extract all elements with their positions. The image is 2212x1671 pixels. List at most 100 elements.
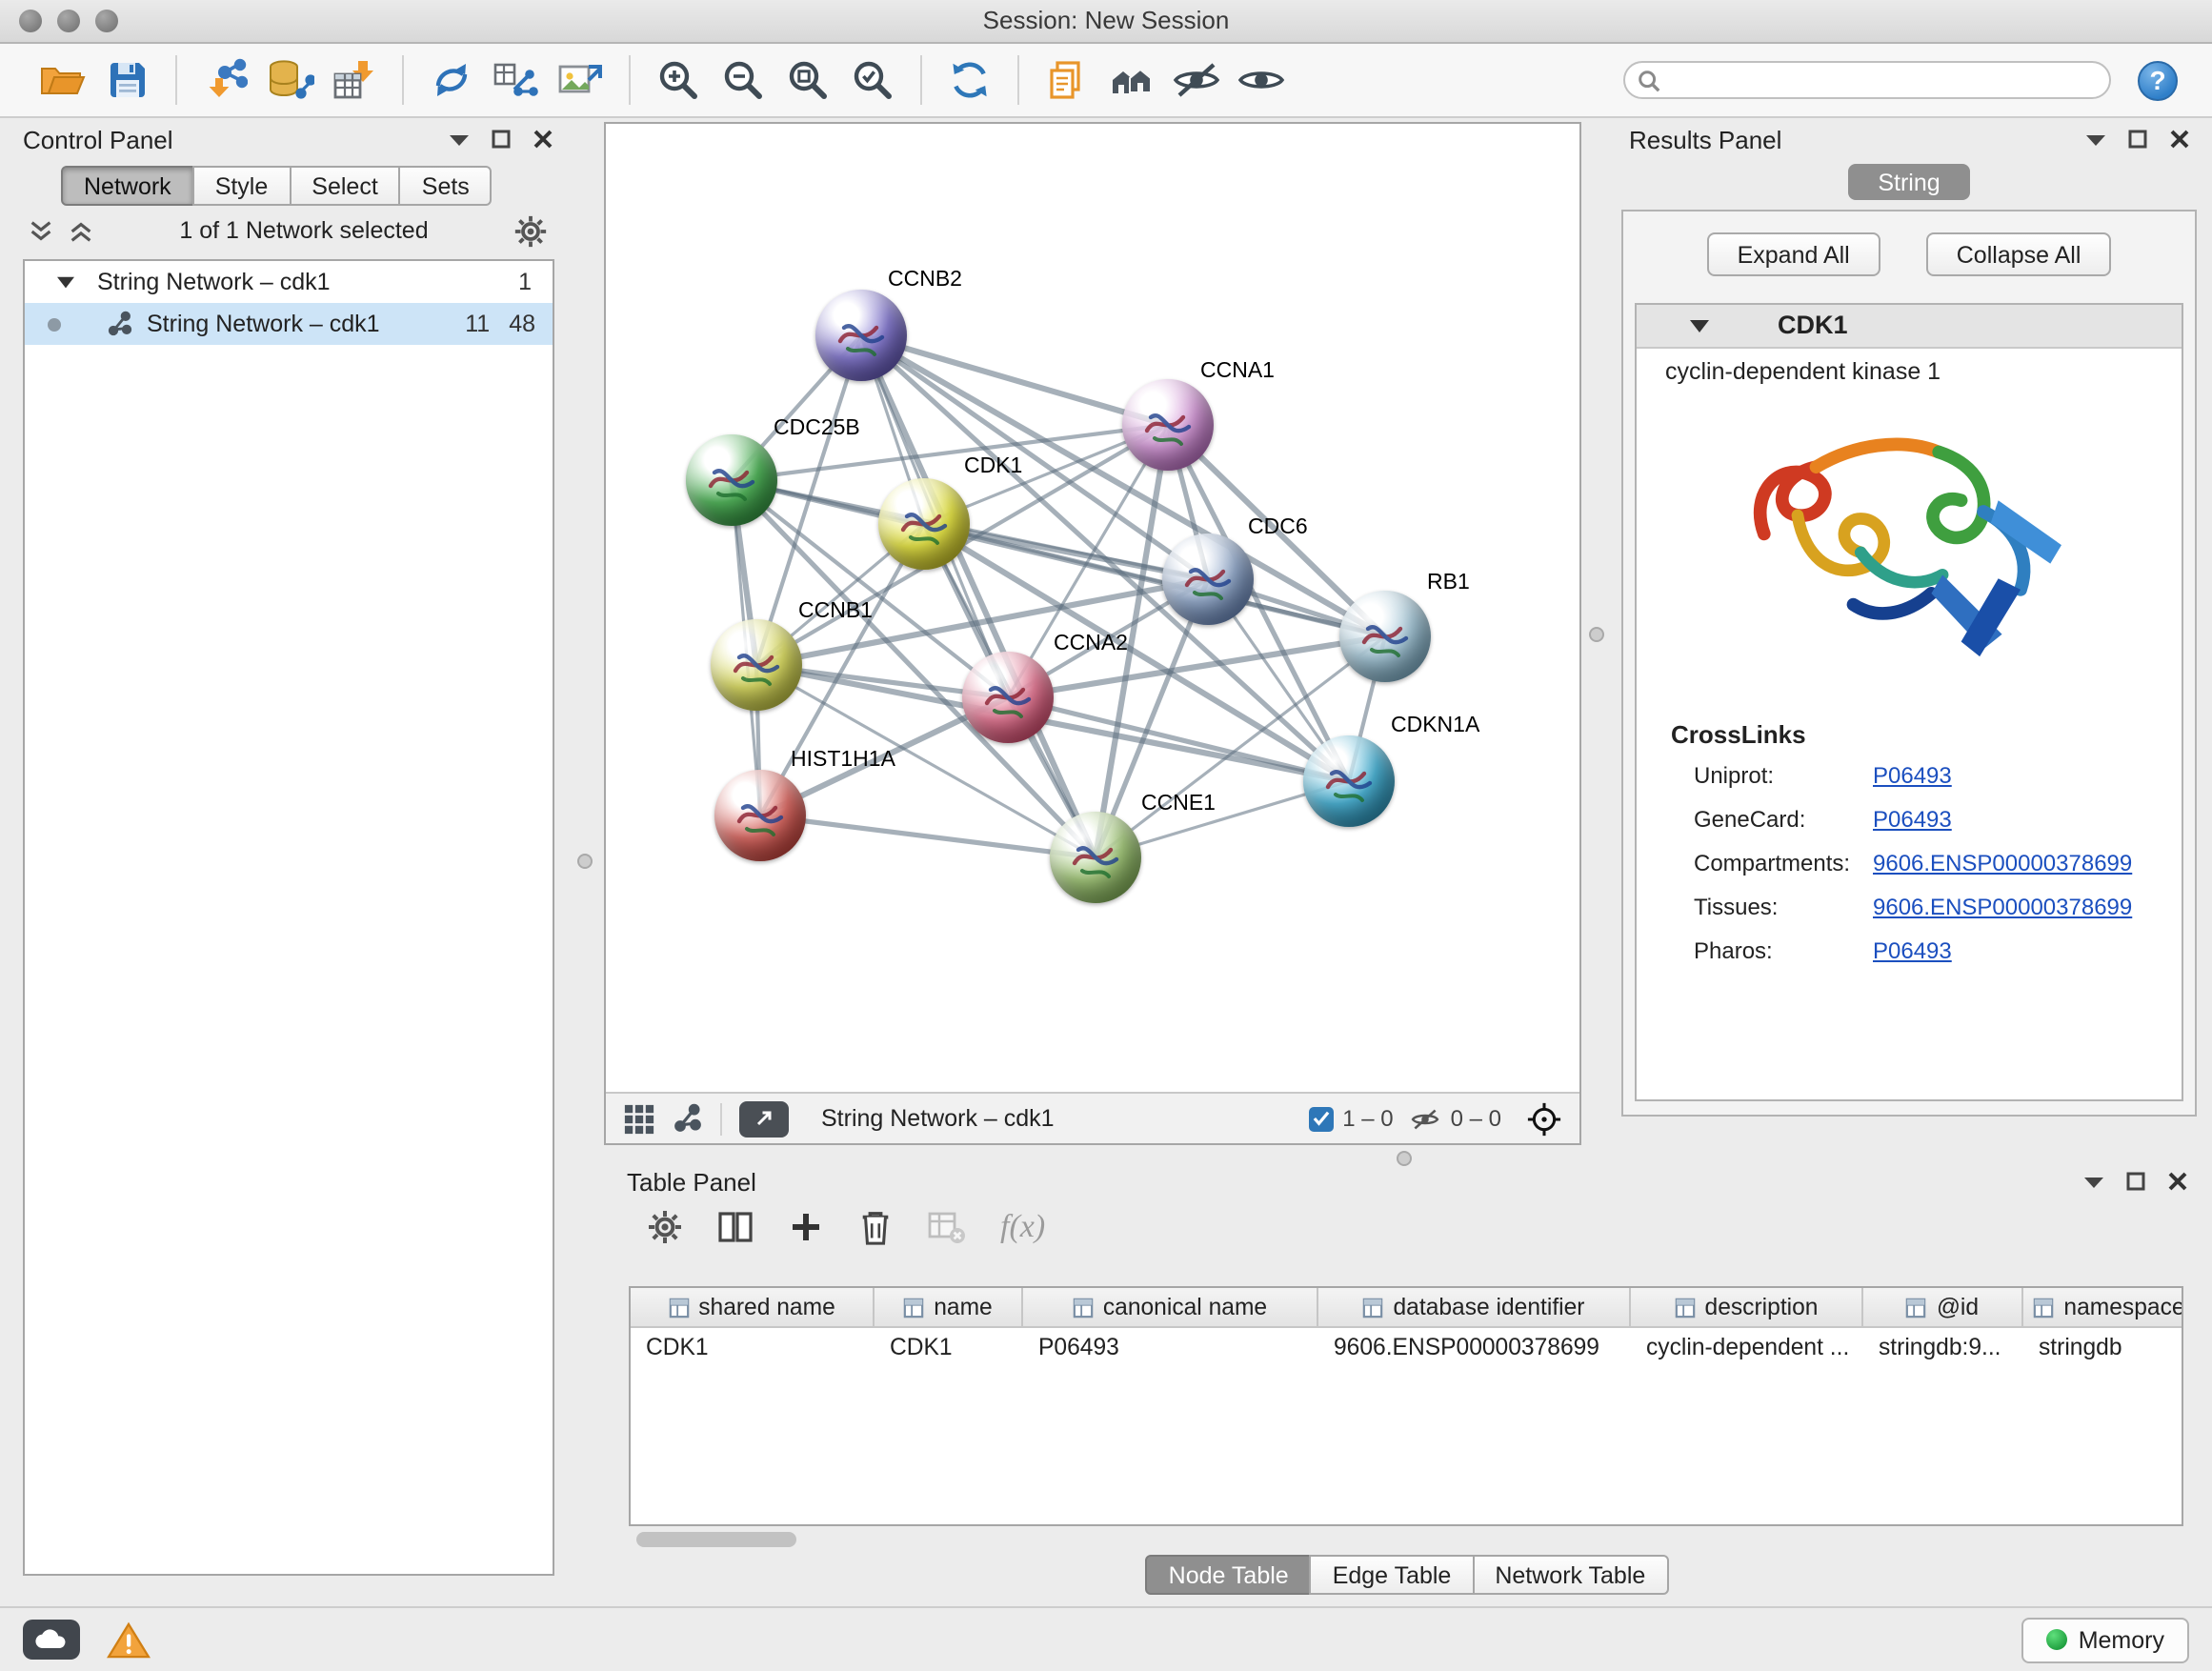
network-node-cdc6[interactable] [1162, 534, 1254, 625]
column-header-database-identifier[interactable]: database identifier [1318, 1288, 1631, 1328]
close-icon[interactable] [2168, 1172, 2187, 1191]
zoom-selected-button[interactable] [840, 50, 905, 111]
collapse-all-button[interactable]: Collapse All [1926, 232, 2112, 276]
network-node-ccna1[interactable] [1122, 379, 1214, 471]
chevron-down-icon[interactable] [450, 132, 469, 146]
selected-count: 1 – 0 [1308, 1105, 1393, 1132]
clear-table-icon[interactable] [926, 1208, 968, 1246]
column-header-name[interactable]: name [875, 1288, 1023, 1328]
network-node-cdkn1a[interactable] [1303, 735, 1395, 827]
scrollbar-thumb[interactable] [636, 1532, 796, 1547]
table-horizontal-scrollbar[interactable] [629, 1530, 2183, 1549]
gene-section-header[interactable]: CDK1 [1637, 305, 2182, 349]
crosslink-link[interactable]: P06493 [1873, 937, 1952, 964]
column-header-icon [668, 1297, 689, 1318]
refresh-button[interactable] [937, 50, 1002, 111]
tab-network-table[interactable]: Network Table [1472, 1555, 1668, 1595]
table-row[interactable]: CDK1CDK1P064939606.ENSP00000378699cyclin… [631, 1328, 2182, 1368]
maximize-icon[interactable] [2126, 1172, 2145, 1191]
column-header-canonical-name[interactable]: canonical name [1023, 1288, 1318, 1328]
tab-network[interactable]: Network [61, 166, 194, 206]
chevron-down-icon[interactable] [2086, 132, 2105, 146]
cloud-button[interactable] [23, 1620, 80, 1660]
clone-network-button[interactable] [1035, 50, 1099, 111]
chevron-down-icon[interactable] [2084, 1175, 2103, 1188]
network-icon[interactable] [673, 1103, 703, 1134]
crosslink-link[interactable]: P06493 [1873, 762, 1952, 789]
network-node-cdc25b[interactable] [686, 434, 777, 526]
column-header--id[interactable]: @id [1863, 1288, 2023, 1328]
tab-sets[interactable]: Sets [399, 166, 493, 206]
new-network-from-table-button[interactable] [484, 50, 549, 111]
zoom-fit-button[interactable] [775, 50, 840, 111]
network-row-selected[interactable]: String Network – cdk1 11 48 [25, 303, 553, 345]
network-node-ccnb1[interactable] [711, 619, 802, 711]
add-column-icon[interactable] [787, 1208, 825, 1246]
network-node-hist1h1a[interactable] [714, 770, 806, 861]
show-all-button[interactable] [1229, 50, 1294, 111]
network-edge[interactable] [861, 335, 1096, 857]
save-session-button[interactable] [95, 50, 160, 111]
gear-icon[interactable] [513, 212, 549, 249]
disclosure-triangle-icon[interactable] [57, 275, 74, 289]
splitter-handle[interactable] [1589, 627, 1604, 642]
node-label: CDKN1A [1391, 715, 1479, 737]
network-edge[interactable] [760, 815, 1096, 857]
column-header-description[interactable]: description [1631, 1288, 1863, 1328]
birds-eye-view-button[interactable] [739, 1100, 789, 1137]
delete-column-icon[interactable] [857, 1207, 894, 1247]
crosslink-link[interactable]: 9606.ENSP00000378699 [1873, 894, 2132, 920]
merge-networks-button[interactable] [419, 50, 484, 111]
gear-icon[interactable] [646, 1208, 684, 1246]
function-builder-icon[interactable]: f(x) [1000, 1208, 1045, 1246]
columns-icon[interactable] [716, 1208, 754, 1246]
tab-string[interactable]: String [1848, 164, 1970, 200]
network-node-ccnb2[interactable] [815, 290, 907, 381]
help-button[interactable]: ? [2138, 60, 2178, 100]
expand-all-icon[interactable] [67, 216, 95, 245]
maximize-icon[interactable] [492, 130, 511, 149]
crosshair-icon[interactable] [1526, 1100, 1562, 1137]
export-image-button[interactable] [549, 50, 613, 111]
tab-style[interactable]: Style [192, 166, 292, 206]
crosslink-link[interactable]: P06493 [1873, 806, 1952, 833]
network-canvas[interactable]: CCNB2CCNA1CDC25BCDK1CDC6RB1CCNB1CCNA2CDK… [606, 124, 1579, 1092]
zoom-in-button[interactable] [646, 50, 711, 111]
crosslink-link[interactable]: 9606.ENSP00000378699 [1873, 850, 2132, 876]
hide-selected-button[interactable] [1164, 50, 1229, 111]
gene-section: CDK1 cyclin-dependent kinase 1 [1635, 303, 2183, 1101]
import-network-file-button[interactable] [192, 50, 257, 111]
memory-button[interactable]: Memory [2021, 1617, 2189, 1662]
control-panel: Control Panel NetworkStyleSelectSets 1 o… [11, 122, 564, 1580]
network-node-rb1[interactable] [1339, 591, 1431, 682]
table-cell: CDK1 [631, 1328, 875, 1368]
splitter-handle[interactable] [577, 854, 593, 869]
grid-view-icon[interactable] [623, 1102, 655, 1135]
open-session-button[interactable] [30, 50, 95, 111]
save-floppy-icon [107, 59, 149, 101]
tab-node-table[interactable]: Node Table [1146, 1555, 1312, 1595]
column-header-shared-name[interactable]: shared name [631, 1288, 875, 1328]
maximize-icon[interactable] [2128, 130, 2147, 149]
tab-select[interactable]: Select [289, 166, 401, 206]
warning-icon[interactable] [107, 1621, 151, 1659]
network-node-ccne1[interactable] [1050, 812, 1141, 903]
collapse-all-icon[interactable] [27, 216, 55, 245]
toolbar-separator [1017, 55, 1019, 105]
search-input[interactable] [1623, 61, 2111, 99]
import-network-database-button[interactable] [257, 50, 322, 111]
disclosure-triangle-icon[interactable] [1690, 320, 1709, 333]
close-icon[interactable] [2170, 130, 2189, 149]
collection-count: 1 [518, 269, 532, 295]
network-collection-row[interactable]: String Network – cdk1 1 [25, 261, 553, 303]
network-node-ccna2[interactable] [962, 652, 1054, 743]
network-node-cdk1[interactable] [878, 478, 970, 570]
close-icon[interactable] [533, 130, 553, 149]
first-neighbors-button[interactable] [1099, 50, 1164, 111]
expand-all-button[interactable]: Expand All [1707, 232, 1880, 276]
splitter-handle[interactable] [1397, 1151, 1412, 1166]
tab-edge-table[interactable]: Edge Table [1310, 1555, 1475, 1595]
zoom-out-button[interactable] [711, 50, 775, 111]
import-table-button[interactable] [322, 50, 387, 111]
column-header-namespace[interactable]: namespace [2023, 1288, 2183, 1328]
